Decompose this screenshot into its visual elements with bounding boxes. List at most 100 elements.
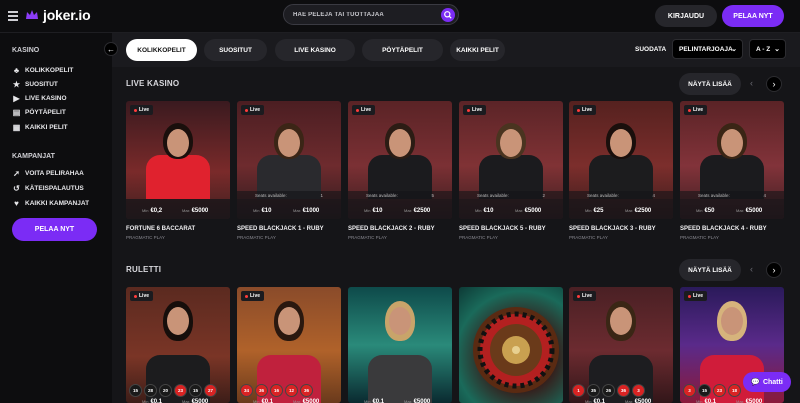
- rocket-icon: ➚: [13, 169, 20, 178]
- show-more-button[interactable]: NÄYTÄ LISÄÄ: [679, 259, 741, 281]
- hamburger-menu-icon[interactable]: [8, 11, 18, 21]
- game-provider: PRAGMATIC PLAY: [459, 235, 498, 240]
- search-input[interactable]: [293, 9, 433, 21]
- game-card[interactable]: [459, 287, 563, 403]
- result-number: 15: [189, 384, 202, 397]
- dealer-face: [721, 307, 743, 335]
- dealer-face: [500, 129, 522, 157]
- sidebar-item-cashback[interactable]: ↺ KÄTEISPALAUTUS: [12, 184, 84, 193]
- dealer-face: [278, 307, 300, 335]
- sidebar-item-label: SUOSITUT: [25, 81, 58, 88]
- chat-button[interactable]: 💬 Chatti: [743, 372, 791, 392]
- recent-results: 15 28 20 23 15 27: [129, 384, 217, 397]
- game-title[interactable]: SPEED BLACKJACK 3 - RUBY: [569, 226, 656, 232]
- live-label: Live: [139, 107, 150, 113]
- live-label: Live: [472, 107, 483, 113]
- game-card[interactable]: Live Seats available: 4 Min €50 Max €5000: [680, 101, 784, 219]
- game-card[interactable]: Live Seats available: 1 Min €10 Max €1000: [237, 101, 341, 219]
- live-dot-icon: [134, 108, 137, 112]
- live-badge: Live: [463, 105, 487, 115]
- game-provider: PRAGMATIC PLAY: [237, 235, 276, 240]
- result-number: 15: [698, 384, 711, 397]
- seats-count: 1: [320, 192, 323, 198]
- live-label: Live: [361, 107, 372, 113]
- game-provider: PRAGMATIC PLAY: [126, 235, 165, 240]
- chevron-left-icon[interactable]: ‹: [750, 78, 753, 88]
- live-dot-icon: [134, 294, 137, 298]
- game-card[interactable]: Live 1 35 26 36 3 Min €0,1 Max €5000: [569, 287, 673, 403]
- dealer-face: [167, 307, 189, 335]
- sidebar-item-win-money[interactable]: ➚ VOITA PELIRAHAA: [12, 169, 84, 178]
- max-bet-value: €5000: [191, 208, 209, 214]
- max-bet-value: €5000: [302, 399, 320, 403]
- game-card[interactable]: Min €0,1 Max €5000: [348, 287, 452, 403]
- game-title[interactable]: SPEED BLACKJACK 5 - RUBY: [459, 226, 546, 232]
- sidebar-item-label: PÖYTÄPELIT: [25, 109, 66, 116]
- min-bet-value: €10: [261, 208, 272, 214]
- section-title: LIVE KASINO: [126, 79, 180, 88]
- live-dot-icon: [688, 294, 691, 298]
- game-provider: PRAGMATIC PLAY: [348, 235, 387, 240]
- seats-info: Seats available: 4: [569, 191, 673, 199]
- seats-label: Seats available:: [587, 192, 619, 198]
- game-card[interactable]: Live 34 36 16 12 36 Min €0,1 Max €5000: [237, 287, 341, 403]
- live-dot-icon: [577, 108, 580, 112]
- heart-icon: ♥: [14, 199, 19, 208]
- logo[interactable]: joker.io: [24, 7, 91, 23]
- game-title[interactable]: SPEED BLACKJACK 1 - RUBY: [237, 226, 324, 232]
- game-card[interactable]: Live Min €0,2 Max €5000: [126, 101, 230, 219]
- live-label: Live: [250, 107, 261, 113]
- sidebar-item-table-games[interactable]: ▤ PÖYTÄPELIT: [12, 108, 66, 117]
- game-provider: PRAGMATIC PLAY: [680, 235, 719, 240]
- min-bet-value: €50: [704, 208, 715, 214]
- dealer-face: [721, 129, 743, 157]
- seats-label: Seats available:: [698, 192, 730, 198]
- max-bet-value: €5000: [191, 399, 209, 403]
- max-bet-value: €2500: [413, 208, 431, 214]
- sidebar-item-popular[interactable]: ★ SUOSITUT: [12, 80, 58, 89]
- sidebar-item-live-casino[interactable]: ▶ LIVE KASINO: [12, 94, 66, 103]
- game-title[interactable]: SPEED BLACKJACK 2 - RUBY: [348, 226, 435, 232]
- game-card[interactable]: Live Seats available: 4 Min €25 Max €2500: [569, 101, 673, 219]
- seats-count: 4: [763, 192, 766, 198]
- max-bet: Max €5000: [625, 399, 652, 403]
- grid-icon: ▦: [12, 123, 21, 132]
- dealer-face: [167, 129, 189, 157]
- min-bet-value: €10: [483, 208, 494, 214]
- dealer-face: [389, 307, 411, 335]
- max-bet-value: €2500: [634, 208, 652, 214]
- search-button[interactable]: [441, 8, 455, 22]
- seats-count: 2: [542, 192, 545, 198]
- max-bet: Max €5000: [182, 399, 209, 403]
- sidebar-item-all-games[interactable]: ▦ KAIKKI PELIT: [12, 123, 68, 132]
- max-bet: Max €5000: [293, 399, 320, 403]
- game-title[interactable]: FORTUNE 6 BACCARAT: [126, 226, 195, 232]
- seats-info: Seats available: 5: [348, 191, 452, 199]
- casino-heading: KASINO: [12, 47, 40, 54]
- game-card[interactable]: Live Seats available: 5 Min €10 Max €2500: [348, 101, 452, 219]
- show-more-button[interactable]: NÄYTÄ LISÄÄ: [679, 73, 741, 95]
- max-bet: Max €5000: [515, 208, 542, 214]
- game-card[interactable]: Live 15 28 20 23 15 27 Min €0,1 Max €5000: [126, 287, 230, 403]
- sidebar-item-slots[interactable]: ♣ KOLIKKOPELIT: [12, 66, 74, 75]
- sidebar-play-now-button[interactable]: PELAA NYT: [12, 218, 97, 241]
- seats-info: Seats available: 4: [680, 191, 784, 199]
- min-bet-value: €0,1: [150, 399, 163, 403]
- login-button[interactable]: KIRJAUDU: [655, 5, 717, 27]
- max-bet: Max €5000: [736, 399, 763, 403]
- max-bet-value: €5000: [634, 399, 652, 403]
- next-button[interactable]: ›: [766, 76, 782, 92]
- min-bet: Min €10: [475, 208, 494, 214]
- live-icon: ▶: [13, 94, 20, 103]
- max-bet: Max €2500: [404, 208, 431, 214]
- logo-text: joker.io: [43, 7, 91, 23]
- game-title[interactable]: SPEED BLACKJACK 4 - RUBY: [680, 226, 767, 232]
- recent-results: 1 35 26 36 3: [572, 384, 645, 397]
- sidebar-item-all-campaigns[interactable]: ♥ KAIKKI KAMPANJAT: [12, 199, 89, 208]
- sidebar-item-label: VOITA PELIRAHAA: [25, 170, 84, 177]
- live-dot-icon: [688, 108, 691, 112]
- game-card[interactable]: Live Seats available: 2 Min €10 Max €5000: [459, 101, 563, 219]
- play-now-button[interactable]: PELAA NYT: [722, 5, 784, 27]
- result-number: 36: [617, 384, 630, 397]
- live-dot-icon: [467, 108, 470, 112]
